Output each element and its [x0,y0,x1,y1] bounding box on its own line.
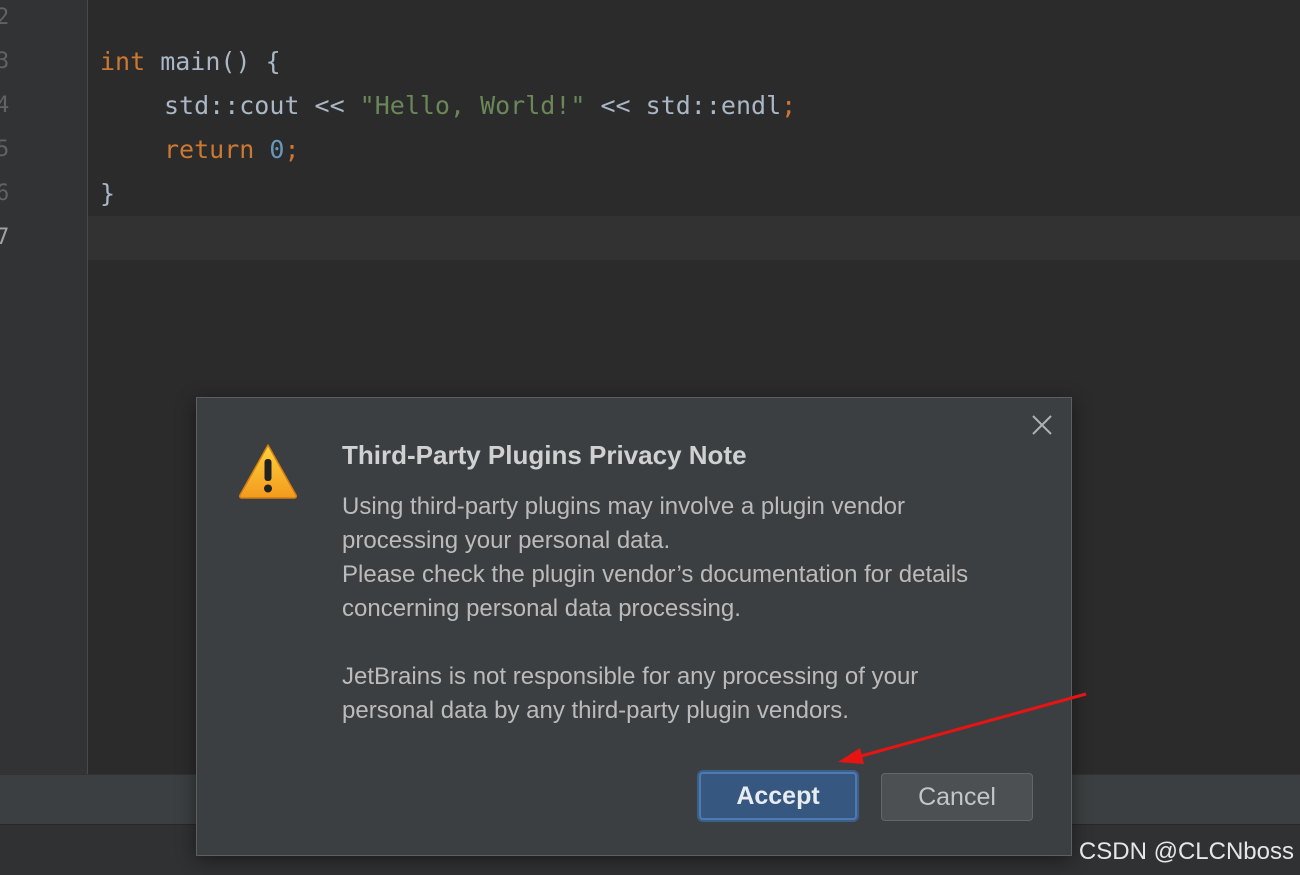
close-button[interactable] [1027,410,1057,440]
code-line[interactable]: std::cout << "Hello, World!" << std::end… [88,84,1300,128]
semicolon: ; [284,135,300,164]
code-line[interactable]: } [88,172,1300,216]
cancel-button[interactable]: Cancel [881,773,1033,821]
message-line: concerning personal data processing. [342,595,741,622]
warning-icon [239,444,297,499]
line-number: 6 [0,181,10,206]
message-paragraph: Using third-party plugins may involve a … [342,490,1042,626]
code-text: << std::endl [585,91,782,120]
code-line[interactable]: return 0; [88,128,1300,172]
number-literal: 0 [269,135,285,164]
code-text: std::cout << [164,91,360,120]
code-text: main() { [145,47,281,76]
keyword: int [100,47,146,76]
close-icon [1032,415,1052,435]
message-line: Please check the plugin vendor’s documen… [342,561,969,588]
semicolon: ; [781,91,797,120]
string-literal: "Hello, World!" [359,91,586,120]
keyword: return [164,135,255,164]
message-line: personal data by any third-party plugin … [342,697,849,724]
message-paragraph: JetBrains is not responsible for any pro… [342,660,1042,728]
line-number-current: 7 [0,225,10,250]
code-line-current[interactable] [88,216,1300,260]
message-line: Using third-party plugins may involve a … [342,493,905,520]
code-text: } [100,179,116,208]
line-number: 2 [0,5,10,30]
dialog-title: Third-Party Plugins Privacy Note [342,440,747,470]
message-line: processing your personal data. [342,527,671,554]
line-number: 3 [0,49,10,74]
accept-button[interactable]: Accept [699,772,857,820]
line-number: 5 [0,137,10,162]
line-number: 4 [0,93,10,118]
privacy-note-dialog: Third-Party Plugins Privacy Note Using t… [196,397,1072,856]
code-line[interactable]: int main() { [88,40,1300,84]
line-number-gutter: 2 3 4 5 6 7 [0,0,88,774]
dialog-message: Using third-party plugins may involve a … [342,490,1042,728]
message-line: JetBrains is not responsible for any pro… [342,663,919,690]
watermark: CSDN @CLCNboss [1078,838,1294,865]
